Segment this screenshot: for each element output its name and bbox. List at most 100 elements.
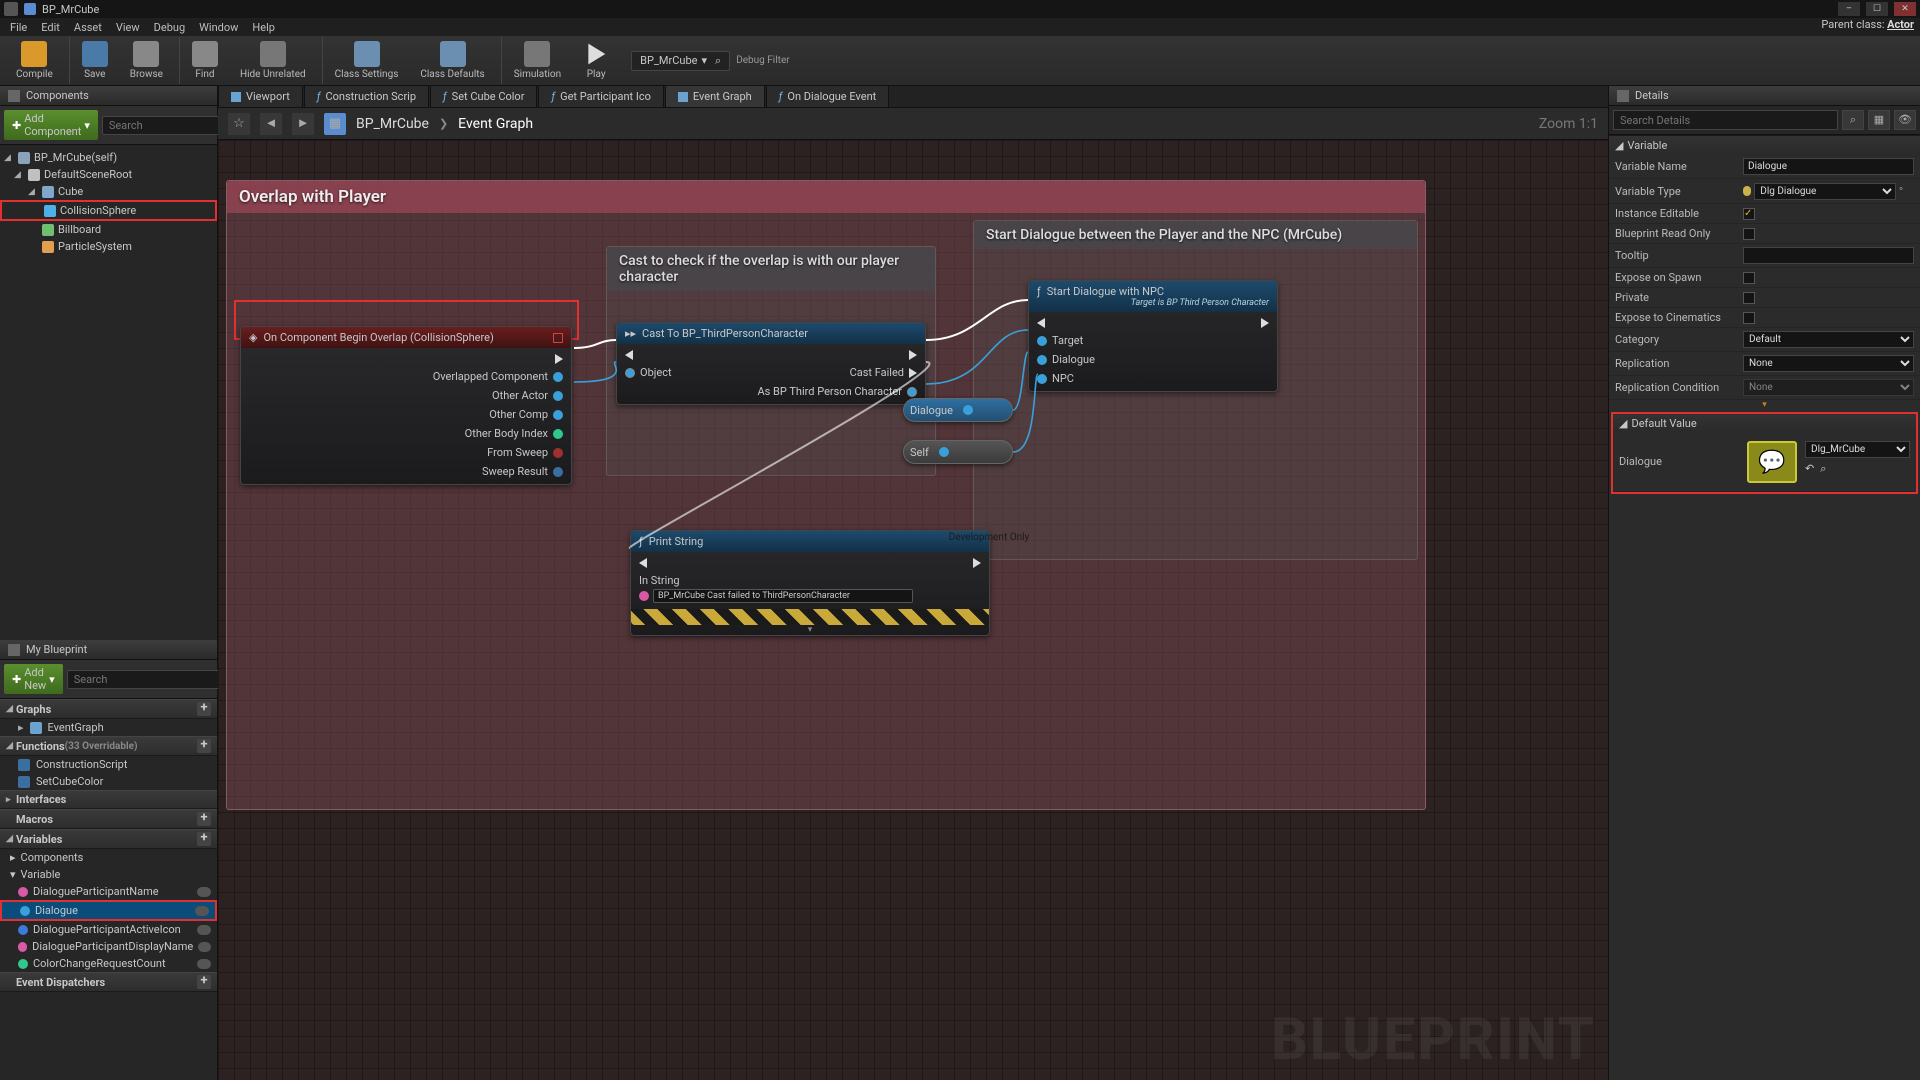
window-min-button[interactable]: – — [1838, 2, 1860, 16]
details-search-input[interactable] — [1613, 110, 1838, 130]
private-checkbox[interactable] — [1743, 292, 1755, 304]
variable-type-dropdown[interactable]: Dlg Dialogue — [1754, 183, 1896, 200]
pin-output[interactable]: Other Actor — [492, 389, 563, 402]
nav-back-button[interactable]: ◄ — [260, 113, 282, 135]
pin-output[interactable]: Other Body Index — [465, 427, 563, 440]
component-item[interactable]: ◢Cube — [0, 183, 217, 200]
add-macro-button[interactable]: + — [197, 812, 211, 826]
menu-help[interactable]: Help — [252, 21, 275, 34]
play-button[interactable]: Play — [573, 37, 619, 84]
favorite-button[interactable]: ☆ — [228, 113, 250, 135]
editor-tab[interactable]: ƒOn Dialogue Event — [766, 85, 890, 107]
eye-icon[interactable] — [195, 906, 209, 916]
pin-output[interactable]: Sweep Result — [482, 465, 563, 478]
instance-editable-checkbox[interactable] — [1743, 208, 1755, 220]
pin-exec-out[interactable] — [1261, 318, 1269, 328]
eye-icon[interactable] — [197, 887, 211, 897]
cinematics-checkbox[interactable] — [1743, 312, 1755, 324]
pin-exec-out[interactable] — [909, 350, 917, 360]
use-selected-button[interactable]: ↶ — [1805, 462, 1814, 476]
add-component-button[interactable]: ✚ Add Component ▾ — [4, 110, 98, 140]
read-only-checkbox[interactable] — [1743, 228, 1755, 240]
component-item[interactable]: CollisionSphere — [0, 200, 217, 221]
section-variable[interactable]: ◢Variable — [1609, 136, 1920, 155]
add-new-button[interactable]: ✚ Add New ▾ — [4, 664, 63, 694]
eye-icon[interactable] — [198, 942, 211, 952]
tooltip-input[interactable] — [1743, 247, 1914, 264]
browse-button[interactable]: Browse — [120, 37, 173, 84]
pin-exec-in[interactable] — [625, 350, 672, 360]
pin-input[interactable]: Dialogue — [1037, 353, 1095, 366]
section-interfaces[interactable]: ▸Interfaces — [0, 790, 217, 809]
compile-button[interactable]: Compile — [6, 37, 63, 84]
var-node-dialogue[interactable]: Dialogue — [903, 398, 1013, 422]
add-dispatcher-button[interactable]: + — [197, 975, 211, 989]
section-functions[interactable]: ◢Functions (33 Overridable)+ — [0, 736, 217, 756]
pin-output[interactable]: Overlapped Component — [433, 370, 563, 383]
menu-edit[interactable]: Edit — [41, 21, 60, 34]
myblueprint-search-input[interactable] — [67, 670, 221, 689]
crumb-root[interactable]: BP_MrCube — [356, 116, 429, 132]
menu-window[interactable]: Window — [199, 21, 238, 34]
hide-unrelated-button[interactable]: Hide Unrelated — [230, 37, 316, 84]
eye-icon[interactable] — [197, 925, 211, 935]
editor-tab[interactable]: ƒGet Participant Ico — [538, 85, 663, 107]
menu-file[interactable]: File — [10, 21, 27, 34]
pin-exec-in[interactable] — [1037, 318, 1095, 328]
section-default-value[interactable]: ◢Default Value — [1613, 414, 1916, 433]
pin-exec-out[interactable] — [555, 354, 563, 364]
simulation-button[interactable]: Simulation — [501, 37, 571, 84]
editor-tab[interactable]: ƒSet Cube Color — [430, 85, 537, 107]
category-dropdown[interactable]: Default — [1743, 331, 1914, 348]
nav-fwd-button[interactable]: ► — [292, 113, 314, 135]
pin-output[interactable]: Other Comp — [489, 408, 563, 421]
component-item[interactable]: ◢BP_MrCube(self) — [0, 149, 217, 166]
expand-icon[interactable]: ▾ — [631, 625, 989, 635]
menu-asset[interactable]: Asset — [74, 21, 102, 34]
pin-exec-in[interactable] — [639, 558, 913, 568]
variable-item[interactable]: Dialogue — [0, 900, 217, 921]
class-defaults-button[interactable]: Class Defaults — [410, 37, 494, 84]
replication-cond-dropdown[interactable]: None — [1743, 379, 1914, 396]
window-max-button[interactable]: ☐ — [1866, 2, 1888, 16]
editor-tab[interactable]: Event Graph — [665, 85, 765, 107]
variable-item[interactable]: ColorChangeRequestCount — [0, 955, 217, 972]
replication-dropdown[interactable]: None — [1743, 355, 1914, 372]
variable-name-input[interactable] — [1743, 158, 1914, 175]
menu-debug[interactable]: Debug — [154, 21, 185, 34]
function-item[interactable]: SetCubeColor — [0, 773, 217, 790]
node-begin-overlap[interactable]: ◈On Component Begin Overlap (CollisionSp… — [240, 326, 572, 485]
expose-spawn-checkbox[interactable] — [1743, 272, 1755, 284]
menu-view[interactable]: View — [116, 21, 140, 34]
eye-icon[interactable] — [197, 959, 211, 969]
pin-as-character[interactable]: As BP Third Person Character — [757, 385, 917, 398]
component-item[interactable]: ◢DefaultSceneRoot — [0, 166, 217, 183]
editor-tab[interactable]: Viewport — [218, 85, 303, 107]
component-item[interactable]: ParticleSystem — [0, 238, 217, 255]
pin-exec-out[interactable] — [973, 558, 981, 568]
view-options-button[interactable]: 👁 — [1894, 110, 1916, 130]
section-macros[interactable]: Macros+ — [0, 809, 217, 829]
var-category[interactable]: ▸Components — [0, 849, 217, 866]
pin-output[interactable]: From Sweep — [487, 446, 563, 459]
variable-item[interactable]: DialogueParticipantName — [0, 883, 217, 900]
section-dispatchers[interactable]: Event Dispatchers+ — [0, 972, 217, 992]
window-close-button[interactable]: ✕ — [1894, 2, 1916, 16]
property-matrix-button[interactable]: ▦ — [1868, 110, 1890, 130]
node-start-dialogue[interactable]: ƒStart Dialogue with NPC Target is BP Th… — [1028, 280, 1278, 392]
in-string-value[interactable] — [653, 589, 913, 603]
dialogue-asset-thumbnail[interactable]: 💬 — [1747, 441, 1797, 483]
variable-item[interactable]: DialogueParticipantActiveIcon — [0, 921, 217, 938]
component-item[interactable]: Billboard — [0, 221, 217, 238]
pin-castfailed[interactable]: Cast Failed — [850, 366, 917, 379]
eventgraph-item[interactable]: ▸EventGraph — [0, 719, 217, 736]
pin-in-string[interactable]: In String — [639, 574, 913, 603]
crumb-leaf[interactable]: Event Graph — [458, 116, 533, 132]
add-function-button[interactable]: + — [197, 739, 211, 753]
pin-input[interactable]: Target — [1037, 334, 1095, 347]
section-graphs[interactable]: ◢Graphs+ — [0, 699, 217, 719]
node-cast[interactable]: ▸▸Cast To BP_ThirdPersonCharacter Object… — [616, 322, 926, 405]
var-node-self[interactable]: Self — [903, 440, 1013, 464]
editor-tab[interactable]: ƒConstruction Scrip — [304, 85, 429, 107]
pin-input[interactable]: NPC — [1037, 372, 1095, 385]
